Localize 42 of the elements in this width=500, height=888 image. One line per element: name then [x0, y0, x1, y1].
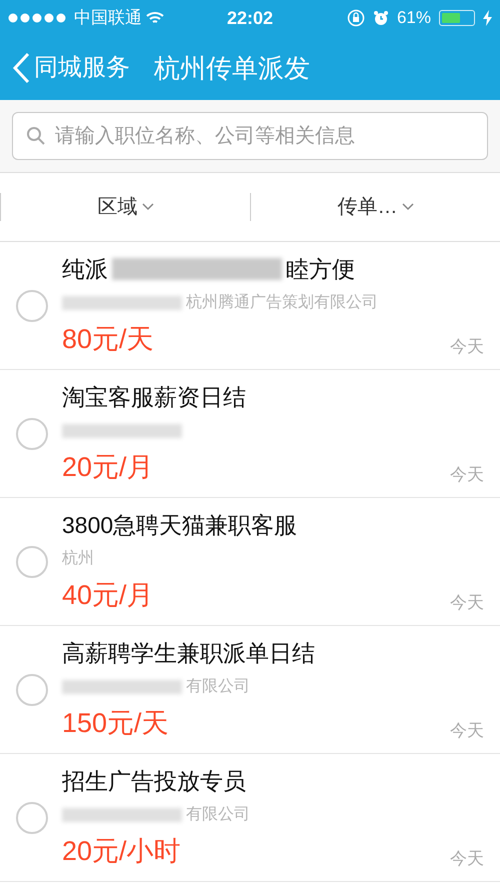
salary: 20元/小时	[62, 834, 181, 868]
battery-icon	[439, 10, 475, 26]
job-title: 3800急聘天猫兼职客服	[62, 511, 298, 540]
post-date: 今天	[450, 336, 484, 358]
job-detail: 有限公司	[186, 804, 250, 824]
select-radio[interactable]	[16, 674, 48, 706]
job-title: 高薪聘学生兼职派单日结	[62, 639, 315, 668]
post-date: 今天	[450, 848, 484, 870]
back-chevron-icon	[12, 52, 30, 84]
salary: 150元/天	[62, 706, 169, 740]
chevron-down-icon	[402, 203, 414, 211]
battery-percent: 61%	[396, 7, 431, 30]
job-title: 招生广告投放专员	[62, 767, 246, 796]
carrier-name: 中国联通	[74, 7, 142, 30]
job-detail: 有限公司	[186, 676, 250, 696]
select-radio[interactable]	[16, 802, 48, 834]
job-detail: 杭州	[62, 548, 94, 568]
select-radio[interactable]	[16, 418, 48, 450]
post-date: 今天	[450, 720, 484, 742]
chevron-down-icon	[142, 203, 154, 211]
post-date: 今天	[450, 464, 484, 486]
select-radio[interactable]	[16, 290, 48, 322]
job-title: 淘宝客服薪资日结	[62, 383, 246, 412]
wifi-icon	[146, 11, 164, 25]
salary: 40元/月	[62, 578, 154, 612]
job-title: 睦方便	[286, 255, 355, 284]
salary: 20元/月	[62, 450, 154, 484]
salary: 80元/天	[62, 322, 154, 356]
charging-icon	[483, 10, 492, 26]
clock-time: 22:02	[226, 6, 274, 30]
job-title: 纯派	[62, 255, 108, 284]
rotation-lock-icon	[346, 9, 365, 27]
job-detail: 杭州腾通广告策划有限公司	[186, 292, 378, 312]
page-title: 杭州传单派发	[154, 52, 310, 84]
select-radio[interactable]	[16, 546, 48, 578]
search-icon	[26, 126, 46, 146]
filter-dropdown[interactable]: 传单…	[338, 192, 414, 222]
post-date: 今天	[450, 592, 484, 614]
signal-icon	[8, 13, 66, 23]
alarm-icon	[372, 10, 389, 26]
search-field[interactable]: 请输入职位名称、公司等相关信息	[12, 112, 488, 160]
filter-dropdown[interactable]: 区域	[98, 192, 154, 222]
